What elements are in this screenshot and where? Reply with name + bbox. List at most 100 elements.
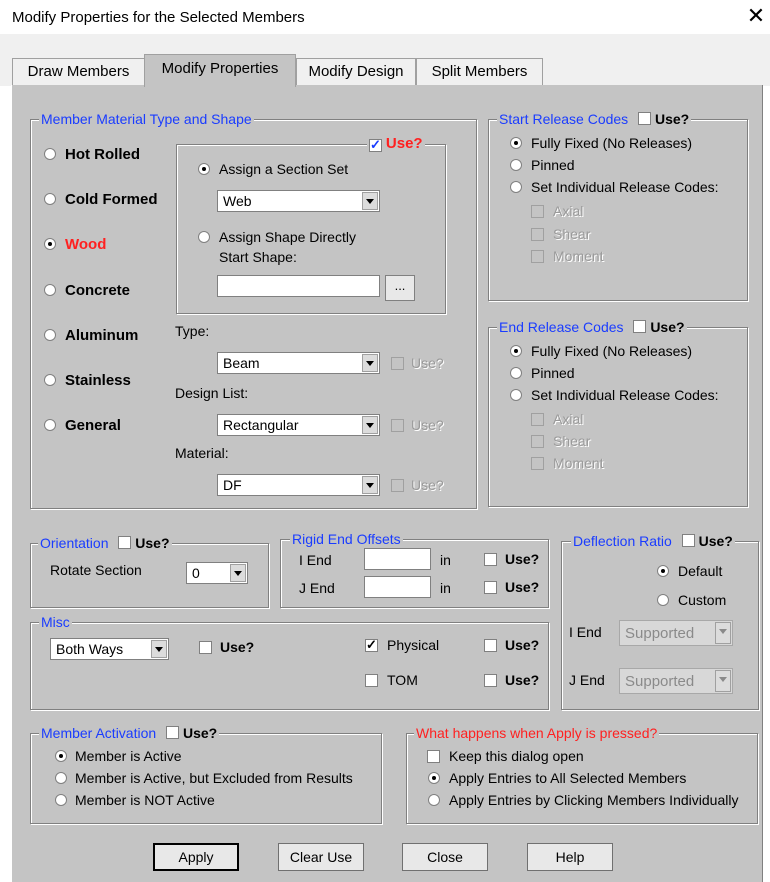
start-shape-input[interactable] [217, 275, 380, 297]
radio-start-pinned[interactable] [510, 159, 522, 171]
orientation-use-label: Use? [135, 535, 170, 551]
start-shear-checkbox[interactable] [531, 228, 544, 241]
label-assign-section: Assign a Section Set [219, 161, 349, 177]
radio-apply-all[interactable] [428, 772, 440, 784]
radio-stainless[interactable] [44, 374, 56, 386]
activation-use-checkbox[interactable] [166, 726, 180, 739]
misc-group [30, 622, 549, 710]
physical-checkbox[interactable]: ✓ [365, 638, 378, 652]
label-deflection-j-end: J End [569, 672, 605, 688]
apply-behavior-legend: What happens when Apply is pressed? [414, 725, 660, 741]
radio-general[interactable] [44, 419, 56, 431]
tab-modify-properties[interactable]: Modify Properties [144, 54, 296, 87]
misc-direction-use-checkbox[interactable] [199, 641, 212, 654]
start-moment-label: Moment [553, 248, 604, 264]
physical-use-checkbox[interactable] [484, 639, 497, 652]
keep-open-checkbox[interactable] [427, 750, 440, 763]
deflection-j-end-select[interactable]: Supported [619, 668, 733, 694]
radio-hot-rolled[interactable] [44, 148, 56, 160]
j-end-unit: in [440, 580, 451, 596]
start-moment-checkbox[interactable] [531, 250, 544, 263]
radio-assign-section[interactable] [198, 163, 210, 175]
label-i-end: I End [299, 552, 332, 568]
radio-start-individual[interactable] [510, 181, 522, 193]
rotate-select[interactable]: 0 [186, 562, 248, 584]
deflection-i-end-value: Supported [625, 625, 695, 642]
label-end-fixed: Fully Fixed (No Releases) [531, 343, 693, 359]
label-end-pinned: Pinned [531, 365, 575, 381]
label-start-pinned: Pinned [531, 157, 575, 173]
tom-use-label: Use? [505, 672, 540, 688]
tab-draw-members[interactable]: Draw Members [12, 58, 145, 85]
end-shear-checkbox[interactable] [531, 435, 544, 448]
shape-use-checkbox[interactable]: ✓ [369, 138, 382, 152]
radio-cold-formed[interactable] [44, 193, 56, 205]
radio-active[interactable] [55, 750, 67, 762]
orientation-use-checkbox[interactable] [118, 536, 132, 549]
radio-end-individual[interactable] [510, 389, 522, 401]
activation-use-label: Use? [182, 725, 218, 741]
radio-end-pinned[interactable] [510, 367, 522, 379]
tab-split-members[interactable]: Split Members [416, 58, 543, 85]
start-release-use-checkbox[interactable] [638, 112, 652, 125]
end-moment-checkbox[interactable] [531, 457, 544, 470]
start-axial-label: Axial [553, 203, 584, 219]
radio-deflection-default[interactable] [657, 565, 669, 577]
label-end-individual: Set Individual Release Codes: [531, 387, 719, 403]
design-list-value: Rectangular [223, 417, 299, 433]
deflection-i-end-select[interactable]: Supported [619, 620, 733, 646]
type-use-label: Use? [411, 355, 444, 371]
radio-concrete[interactable] [44, 284, 56, 296]
radio-deflection-custom[interactable] [657, 594, 669, 606]
label-general: General [65, 417, 121, 434]
label-design-list: Design List: [175, 385, 249, 401]
design-list-use-checkbox[interactable] [391, 419, 404, 432]
help-button[interactable]: Help [527, 843, 613, 871]
i-end-use-checkbox[interactable] [484, 553, 497, 566]
chevron-down-icon [151, 640, 167, 658]
orientation-legend: Orientation Use? [38, 535, 172, 551]
end-release-use-checkbox[interactable] [633, 320, 647, 333]
label-active: Member is Active [75, 748, 182, 764]
radio-aluminum[interactable] [44, 329, 56, 341]
misc-legend: Misc [39, 614, 72, 630]
radio-end-fixed[interactable] [510, 345, 522, 357]
chevron-down-icon [362, 476, 378, 494]
rigid-offsets-legend: Rigid End Offsets [290, 531, 403, 547]
deflection-use-checkbox[interactable] [681, 534, 695, 547]
close-button[interactable]: Close [402, 843, 488, 871]
radio-assign-shape[interactable] [198, 231, 210, 243]
i-end-offset-input[interactable] [364, 548, 431, 570]
material-use-label: Use? [411, 477, 444, 493]
material-use-checkbox[interactable] [391, 479, 404, 492]
tom-use-checkbox[interactable] [484, 674, 497, 687]
apply-button[interactable]: Apply [153, 843, 239, 871]
shape-use: ✓ Use? [367, 135, 425, 152]
misc-direction-select[interactable]: Both Ways [50, 638, 169, 660]
start-axial-checkbox[interactable] [531, 205, 544, 218]
type-use-checkbox[interactable] [391, 357, 404, 370]
type-select[interactable]: Beam [217, 352, 380, 374]
radio-apply-individually[interactable] [428, 794, 440, 806]
section-set-value: Web [223, 193, 252, 209]
radio-active-excluded[interactable] [55, 772, 67, 784]
design-list-select[interactable]: Rectangular [217, 414, 380, 436]
j-end-offset-input[interactable] [364, 576, 431, 598]
tom-checkbox[interactable] [365, 674, 378, 687]
label-rotate-section: Rotate Section [50, 562, 142, 578]
i-end-use-label: Use? [505, 551, 540, 567]
material-select[interactable]: DF [217, 474, 380, 496]
start-release-title: Start Release Codes [499, 111, 629, 127]
label-deflection-i-end: I End [569, 624, 602, 640]
radio-not-active[interactable] [55, 794, 67, 806]
clear-use-button[interactable]: Clear Use [278, 843, 364, 871]
radio-wood[interactable] [44, 238, 56, 250]
tab-modify-design[interactable]: Modify Design [296, 58, 416, 85]
j-end-use-checkbox[interactable] [484, 581, 497, 594]
end-axial-checkbox[interactable] [531, 413, 544, 426]
section-set-select[interactable]: Web [217, 190, 380, 212]
browse-shape-button[interactable]: ... [385, 275, 415, 301]
close-icon[interactable]: ✕ [744, 3, 768, 29]
radio-start-fixed[interactable] [510, 137, 522, 149]
label-j-end: J End [299, 580, 335, 596]
